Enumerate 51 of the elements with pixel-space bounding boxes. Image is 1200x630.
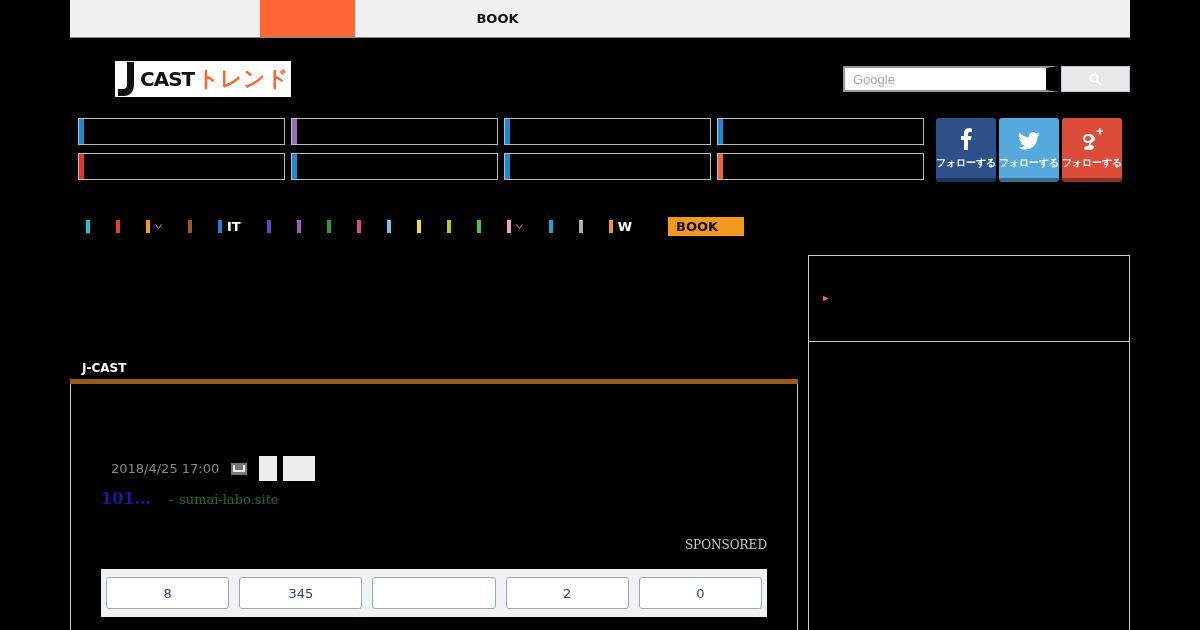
nav-marker[interactable] xyxy=(266,219,271,233)
nav-label[interactable]: W xyxy=(617,218,633,234)
arrow-icon xyxy=(823,296,829,301)
follow-button[interactable]: フォローする xyxy=(936,118,996,182)
nav-marker[interactable] xyxy=(416,219,421,233)
nav-marker[interactable] xyxy=(386,219,391,233)
share-count: 2 xyxy=(505,577,629,609)
category-link[interactable] xyxy=(291,118,498,145)
article-source: sumai-labo.site xyxy=(179,492,279,507)
nav-marker[interactable] xyxy=(296,219,301,233)
share-count: 345 xyxy=(239,577,363,609)
nav-marker[interactable] xyxy=(578,219,583,233)
bird-icon xyxy=(1018,132,1040,150)
nav-marker[interactable] xyxy=(86,219,90,233)
share-count: 0 xyxy=(638,577,762,609)
nav-marker[interactable] xyxy=(326,219,331,233)
category-link[interactable] xyxy=(504,118,711,145)
nav-marker[interactable] xyxy=(356,219,361,233)
nav-marker[interactable] xyxy=(548,219,553,233)
nav-marker[interactable] xyxy=(116,219,120,233)
article-date: 2018/4/25 17:00 xyxy=(111,461,220,476)
search-field[interactable]: Google xyxy=(843,66,1059,92)
nav-marker[interactable] xyxy=(608,219,613,233)
nav-marker[interactable] xyxy=(218,219,222,233)
nav-marker[interactable] xyxy=(188,219,192,233)
nav-marker[interactable] xyxy=(146,219,150,233)
share-count: 8 xyxy=(106,577,230,609)
nav-label[interactable]: IT xyxy=(227,218,241,234)
logo[interactable]: CAST トレンド xyxy=(115,61,291,97)
caret-icon[interactable] xyxy=(515,223,523,229)
google-plus-icon xyxy=(1080,128,1104,150)
nav-marker[interactable] xyxy=(476,219,481,233)
facebook-icon xyxy=(960,128,972,150)
category-link[interactable] xyxy=(78,153,285,180)
category-link[interactable] xyxy=(291,153,498,180)
tray-icon xyxy=(231,462,248,475)
share-button[interactable] xyxy=(283,456,316,481)
category-link[interactable] xyxy=(717,118,924,145)
book-button[interactable]: BOOK xyxy=(668,216,745,236)
section-title: J-CAST xyxy=(82,361,127,375)
nav-marker[interactable] xyxy=(506,219,511,233)
sponsored-label: SPONSORED xyxy=(684,538,767,552)
category-link[interactable] xyxy=(717,153,924,180)
caret-icon[interactable] xyxy=(155,223,162,229)
separator: - xyxy=(169,493,174,507)
category-link[interactable] xyxy=(78,118,285,145)
follow-button[interactable]: フォローする xyxy=(1062,118,1122,182)
j-logo-icon xyxy=(117,62,137,96)
category-link[interactable] xyxy=(504,153,711,180)
share-button[interactable] xyxy=(259,456,278,481)
nav-marker[interactable] xyxy=(446,219,451,233)
